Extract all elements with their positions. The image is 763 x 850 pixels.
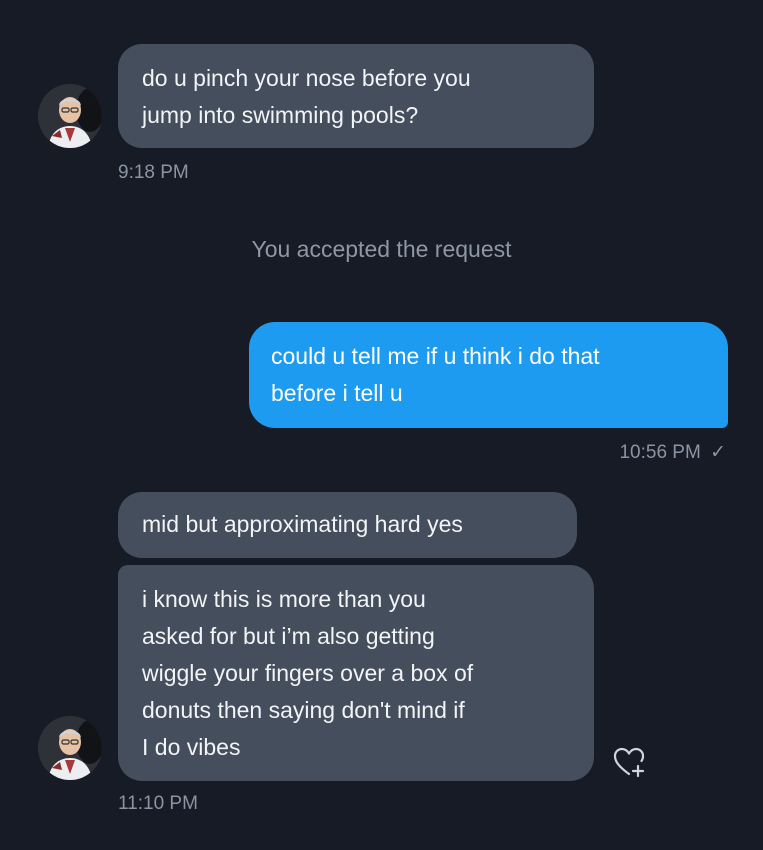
message-bubble-outgoing[interactable]: could u tell me if u think i do that bef…	[249, 322, 728, 428]
avatar-cartoon-man-icon	[38, 716, 102, 780]
message-line: before i tell u	[271, 380, 403, 406]
message-line: could u tell me if u think i do that	[271, 343, 600, 369]
message-line: do u pinch your nose before you	[142, 65, 471, 91]
sender-avatar[interactable]	[38, 84, 102, 148]
message-line: mid but approximating hard yes	[142, 511, 463, 537]
avatar-cartoon-man-icon	[38, 84, 102, 148]
sender-avatar[interactable]	[38, 716, 102, 780]
message-line: I do vibes	[142, 734, 241, 760]
message-line: donuts then saying don't mind if	[142, 697, 465, 723]
message-timestamp: 10:56 PM	[619, 442, 701, 463]
message-line: asked for but i’m also getting	[142, 623, 435, 649]
react-button[interactable]	[612, 745, 646, 779]
message-bubble-incoming[interactable]: i know this is more than you asked for b…	[118, 565, 594, 781]
message-timestamp: 11:10 PM	[118, 793, 198, 814]
message-line: jump into swimming pools?	[142, 102, 419, 128]
message-timestamp: 9:18 PM	[118, 162, 189, 183]
message-bubble-incoming[interactable]: mid but approximating hard yes	[118, 492, 577, 558]
heart-plus-icon	[613, 747, 645, 778]
message-timestamp-row: 10:56 PM ✓	[619, 441, 726, 464]
request-accepted-notice: You accepted the request	[251, 236, 512, 262]
message-line: i know this is more than you	[142, 586, 426, 612]
message-bubble-incoming[interactable]: do u pinch your nose before you jump int…	[118, 44, 594, 148]
message-line: wiggle your fingers over a box of	[142, 660, 474, 686]
checkmark-icon: ✓	[710, 442, 726, 463]
